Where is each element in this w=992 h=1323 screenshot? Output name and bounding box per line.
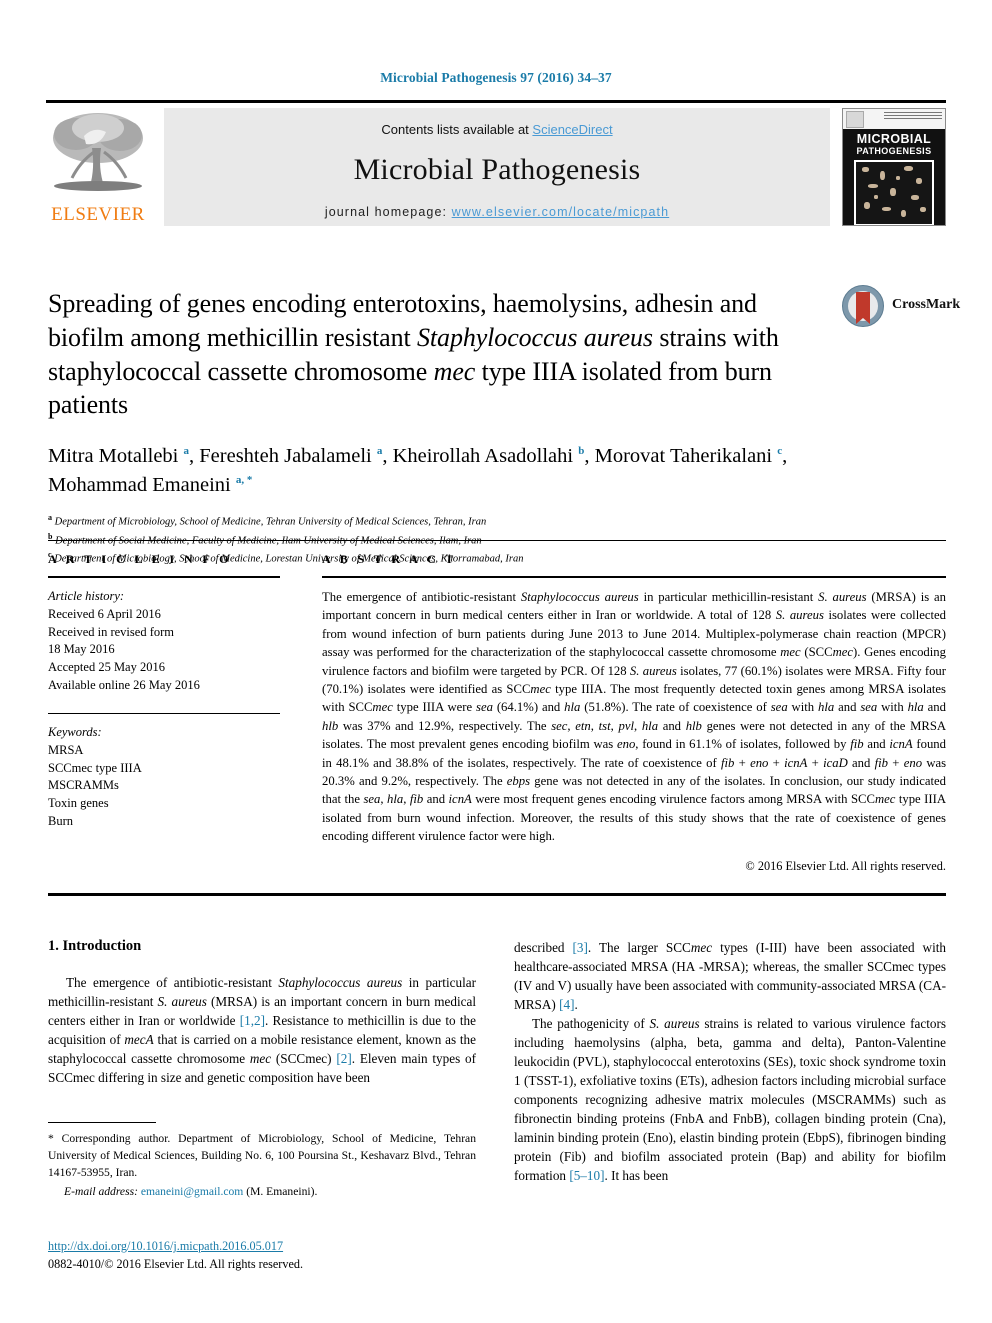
doi-block: http://dx.doi.org/10.1016/j.micpath.2016… bbox=[48, 1238, 478, 1273]
cover-mini-text-lines bbox=[884, 112, 942, 121]
article-info-column: A R T I C L E I N F O Article history: R… bbox=[48, 552, 280, 831]
author-email-link[interactable]: emaneini@gmail.com bbox=[141, 1185, 243, 1198]
keywords-label: Keywords: bbox=[48, 725, 102, 740]
abstract-column: A B S T R A C T The emergence of antibio… bbox=[322, 552, 946, 874]
keyword-item: SCCmec type IIIA bbox=[48, 760, 142, 775]
info-abstract-top-rule bbox=[48, 540, 946, 541]
article-info-rule bbox=[48, 576, 280, 578]
homepage-prefix: journal homepage: bbox=[324, 205, 452, 219]
journal-masthead: ELSEVIER Contents lists available at Sci… bbox=[46, 100, 946, 232]
section-heading-introduction: 1. Introduction bbox=[48, 938, 142, 954]
journal-cover-thumbnail[interactable]: MICROBIAL PATHOGENESIS bbox=[842, 108, 946, 226]
article-first-page: Microbial Pathogenesis 97 (2016) 34–37 E… bbox=[0, 0, 992, 1323]
author-list: Mitra Motallebi a, Fereshteh Jabalameli … bbox=[48, 445, 788, 497]
cover-micrograph-image bbox=[854, 160, 934, 225]
journal-homepage-link[interactable]: www.elsevier.com/locate/micpath bbox=[452, 205, 670, 219]
history-line: Received 6 April 2016 bbox=[48, 606, 161, 621]
email-label: E-mail address: bbox=[64, 1184, 138, 1198]
crossmark-circle-icon bbox=[842, 285, 884, 327]
history-line: Received in revised form bbox=[48, 624, 174, 639]
keywords-rule bbox=[48, 712, 280, 715]
keywords-block: Keywords: MRSA SCCmec type IIIA MSCRAMMs… bbox=[48, 724, 280, 831]
abstract-bottom-rule bbox=[48, 893, 946, 896]
masthead-center-panel: Contents lists available at ScienceDirec… bbox=[164, 108, 830, 226]
cover-title-line1: MICROBIAL bbox=[856, 132, 932, 146]
page-title: Spreading of genes encoding enterotoxins… bbox=[48, 289, 779, 420]
body-column-left: 1. Introduction The emergence of antibio… bbox=[48, 938, 476, 1087]
history-line: 18 May 2016 bbox=[48, 642, 115, 657]
body-column-right: described [3]. The larger SCCmec types (… bbox=[514, 938, 946, 1185]
elsevier-tree-icon bbox=[46, 108, 150, 196]
contents-available-line: Contents lists available at ScienceDirec… bbox=[164, 108, 830, 137]
footnote-text: * Corresponding author. Department of Mi… bbox=[48, 1132, 476, 1179]
abstract-copyright: © 2016 Elsevier Ltd. All rights reserved… bbox=[745, 858, 946, 873]
crossmark-bookmark-icon bbox=[856, 292, 870, 324]
article-history-block: Article history: Received 6 April 2016 R… bbox=[48, 588, 280, 695]
keyword-item: Toxin genes bbox=[48, 796, 109, 811]
corresponding-author-footnote: * Corresponding author. Department of Mi… bbox=[48, 1122, 476, 1198]
sciencedirect-link[interactable]: ScienceDirect bbox=[532, 122, 612, 137]
contents-prefix: Contents lists available at bbox=[381, 122, 533, 137]
intro-paragraph-2: The pathogenicity of S. aureus strains i… bbox=[514, 1016, 946, 1183]
running-head: Microbial Pathogenesis 97 (2016) 34–37 bbox=[380, 70, 612, 85]
email-owner: (M. Emaneini). bbox=[246, 1184, 318, 1198]
masthead-top-rule bbox=[46, 100, 946, 103]
history-line: Accepted 25 May 2016 bbox=[48, 660, 165, 674]
footnote-rule bbox=[48, 1122, 156, 1124]
elsevier-wordmark: ELSEVIER bbox=[51, 204, 145, 225]
article-history-label: Article history: bbox=[48, 589, 125, 603]
cover-title-line2: PATHOGENESIS bbox=[856, 146, 932, 156]
elsevier-logo: ELSEVIER bbox=[46, 108, 150, 228]
intro-paragraph-1-cont: described [3]. The larger SCCmec types (… bbox=[514, 940, 946, 1012]
title-block: Spreading of genes encoding enterotoxins… bbox=[48, 287, 818, 567]
doi-link[interactable]: http://dx.doi.org/10.1016/j.micpath.2016… bbox=[48, 1239, 283, 1253]
issn-copyright-line: 0882-4010/© 2016 Elsevier Ltd. All right… bbox=[48, 1256, 303, 1271]
crossmark-badge[interactable]: CrossMark bbox=[842, 283, 960, 331]
abstract-heading: A B S T R A C T bbox=[322, 552, 457, 566]
journal-title: Microbial Pathogenesis bbox=[353, 153, 641, 186]
cover-mini-elsevier-icon bbox=[846, 111, 864, 128]
footnote-email-line: E-mail address: emaneini@gmail.com (M. E… bbox=[48, 1185, 476, 1198]
article-info-heading: A R T I C L E I N F O bbox=[48, 552, 232, 566]
abstract-text: The emergence of antibiotic-resistant St… bbox=[322, 590, 947, 844]
intro-paragraph-1: The emergence of antibiotic-resistant St… bbox=[48, 975, 476, 1085]
journal-homepage-line: journal homepage: www.elsevier.com/locat… bbox=[164, 205, 830, 219]
keyword-item: MRSA bbox=[48, 742, 84, 757]
history-line: Available online 26 May 2016 bbox=[48, 677, 200, 692]
cover-top-strip bbox=[843, 109, 945, 129]
keyword-item: MSCRAMMs bbox=[48, 778, 119, 793]
crossmark-label: CrossMark bbox=[892, 297, 961, 312]
abstract-rule bbox=[322, 576, 946, 578]
keyword-item: Burn bbox=[48, 813, 73, 828]
